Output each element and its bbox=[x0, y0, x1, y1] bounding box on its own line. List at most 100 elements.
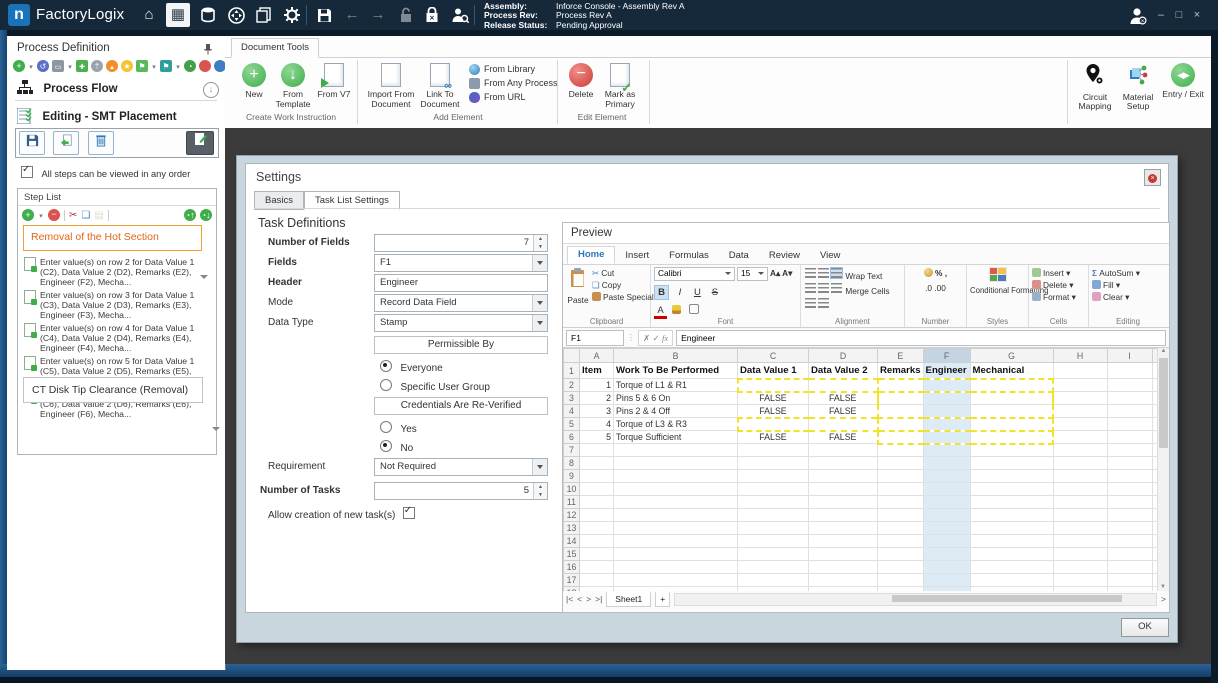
cell-I17[interactable] bbox=[1106, 573, 1153, 587]
horizontal-scroll-thumb[interactable] bbox=[891, 594, 1123, 602]
process-editor-icon[interactable]: ▦ bbox=[166, 3, 190, 27]
row-header-16[interactable]: 16 bbox=[563, 560, 580, 574]
sheet-tab[interactable]: Sheet1 bbox=[606, 591, 652, 607]
edit-mode-button[interactable] bbox=[186, 131, 214, 155]
cell-G15[interactable] bbox=[969, 547, 1054, 561]
view-order-checkbox[interactable] bbox=[21, 164, 33, 178]
cell-C10[interactable] bbox=[737, 482, 809, 496]
merge-cells-label[interactable]: Merge Cells bbox=[845, 286, 889, 296]
cell-E4[interactable] bbox=[876, 404, 924, 419]
cell-E8[interactable] bbox=[877, 456, 924, 470]
remove-step-icon[interactable]: − bbox=[48, 209, 60, 221]
cell-D8[interactable] bbox=[808, 456, 878, 470]
process-flow-item[interactable]: Process Flow bbox=[17, 80, 118, 100]
cell-D1[interactable]: Data Value 2 bbox=[808, 362, 878, 379]
align-middle-row[interactable]: Merge Cells bbox=[804, 282, 901, 297]
cell-E5[interactable] bbox=[876, 416, 924, 432]
dropdown-icon[interactable] bbox=[67, 60, 73, 72]
row-header-11[interactable]: 11 bbox=[563, 495, 580, 509]
cell-E7[interactable] bbox=[877, 443, 924, 457]
cell-B10[interactable] bbox=[613, 482, 738, 496]
cell-H10[interactable] bbox=[1052, 482, 1108, 496]
from-any-process-button[interactable]: From Any Process bbox=[469, 76, 558, 90]
header-input[interactable]: Engineer bbox=[374, 274, 548, 292]
cell-A15[interactable] bbox=[579, 547, 614, 561]
permissible-group-option[interactable]: Specific User Group bbox=[380, 377, 490, 395]
cell-D9[interactable] bbox=[808, 469, 878, 483]
prev-sheet-icon[interactable]: < bbox=[577, 594, 582, 604]
cell-G14[interactable] bbox=[969, 534, 1054, 548]
cell-I12[interactable] bbox=[1106, 508, 1153, 522]
row-header-14[interactable]: 14 bbox=[563, 534, 580, 548]
cell-E3[interactable] bbox=[876, 390, 924, 405]
cell-C9[interactable] bbox=[737, 469, 809, 483]
fill-color-icon[interactable] bbox=[671, 304, 684, 317]
cell-C3[interactable]: FALSE bbox=[737, 391, 809, 405]
cell-E12[interactable] bbox=[877, 508, 924, 522]
name-box[interactable]: F1 bbox=[566, 329, 624, 346]
cell-I9[interactable] bbox=[1106, 469, 1153, 483]
cell-H16[interactable] bbox=[1052, 560, 1108, 574]
paste-icon[interactable]: ▤ bbox=[94, 210, 103, 221]
indent-row[interactable] bbox=[804, 297, 901, 312]
cell-I16[interactable] bbox=[1106, 560, 1153, 574]
cell-D10[interactable] bbox=[808, 482, 878, 496]
cell-B12[interactable] bbox=[613, 508, 738, 522]
row-header-17[interactable]: 17 bbox=[563, 573, 580, 587]
from-library-button[interactable]: From Library bbox=[469, 62, 558, 76]
cell-G12[interactable] bbox=[969, 508, 1054, 522]
add-step-icon[interactable] bbox=[22, 209, 34, 221]
font-family-combo[interactable]: Calibri bbox=[654, 267, 735, 281]
col-header-B[interactable]: B bbox=[613, 348, 738, 363]
step-item[interactable]: Enter value(s) on row 2 for Data Value 1… bbox=[18, 255, 214, 288]
dropdown-icon[interactable] bbox=[175, 60, 181, 72]
star-icon[interactable] bbox=[121, 60, 133, 72]
cell-E1[interactable]: Remarks bbox=[877, 362, 924, 379]
cell-A8[interactable] bbox=[579, 456, 614, 470]
cell-G3[interactable] bbox=[969, 390, 1055, 405]
cell-E16[interactable] bbox=[877, 560, 924, 574]
cell-H7[interactable] bbox=[1052, 443, 1108, 457]
cell-E18[interactable] bbox=[877, 586, 924, 591]
last-sheet-icon[interactable]: >| bbox=[595, 594, 602, 604]
cell-F10[interactable] bbox=[922, 482, 971, 496]
pin-icon[interactable] bbox=[203, 42, 213, 60]
cell-C17[interactable] bbox=[737, 573, 809, 587]
cell-B1[interactable]: Work To Be Performed bbox=[613, 362, 738, 379]
cut-button[interactable]: ✂ Cut bbox=[592, 267, 647, 279]
copy-icon[interactable]: ❏ bbox=[81, 210, 90, 221]
clear-button[interactable]: Clear ▾ bbox=[1092, 291, 1164, 303]
cell-H2[interactable] bbox=[1052, 378, 1108, 392]
cell-E2[interactable] bbox=[876, 377, 924, 393]
flag-green-icon[interactable] bbox=[136, 60, 148, 72]
view-order-option[interactable]: All steps can be viewed in any order bbox=[21, 164, 190, 182]
cell-I15[interactable] bbox=[1106, 547, 1153, 561]
cell-E10[interactable] bbox=[877, 482, 924, 496]
excel-tab-view[interactable]: View bbox=[810, 248, 850, 264]
from-v7-button[interactable]: From V7 bbox=[317, 63, 351, 100]
row-header-9[interactable]: 9 bbox=[563, 469, 580, 483]
excel-tab-data[interactable]: Data bbox=[719, 248, 759, 264]
cell-B2[interactable]: Torque of L1 & R1 bbox=[613, 378, 738, 392]
row-header-1[interactable]: 1 bbox=[563, 362, 580, 379]
underline-button[interactable]: U bbox=[691, 286, 704, 299]
cell-C14[interactable] bbox=[737, 534, 809, 548]
cell-E13[interactable] bbox=[877, 521, 924, 535]
col-header-I[interactable]: I bbox=[1106, 348, 1153, 363]
cell-I13[interactable] bbox=[1106, 521, 1153, 535]
cell-H5[interactable] bbox=[1052, 417, 1108, 431]
strikethrough-button[interactable]: S bbox=[708, 286, 721, 299]
excel-tab-formulas[interactable]: Formulas bbox=[659, 248, 719, 264]
cell-H11[interactable] bbox=[1052, 495, 1108, 509]
font-size-combo[interactable]: 15 bbox=[737, 267, 768, 281]
cell-A12[interactable] bbox=[579, 508, 614, 522]
cell-H14[interactable] bbox=[1052, 534, 1108, 548]
cell-I3[interactable] bbox=[1106, 391, 1153, 405]
wrap-text-label[interactable]: Wrap Text bbox=[845, 271, 882, 281]
allow-creation-checkbox[interactable] bbox=[402, 505, 415, 519]
home-icon[interactable]: ⌂ bbox=[137, 3, 161, 27]
cell-G9[interactable] bbox=[969, 469, 1054, 483]
brush-icon[interactable] bbox=[106, 60, 118, 72]
cell-A6[interactable]: 5 bbox=[579, 430, 614, 444]
circuit-mapping-button[interactable]: Circuit Mapping bbox=[1075, 63, 1115, 112]
